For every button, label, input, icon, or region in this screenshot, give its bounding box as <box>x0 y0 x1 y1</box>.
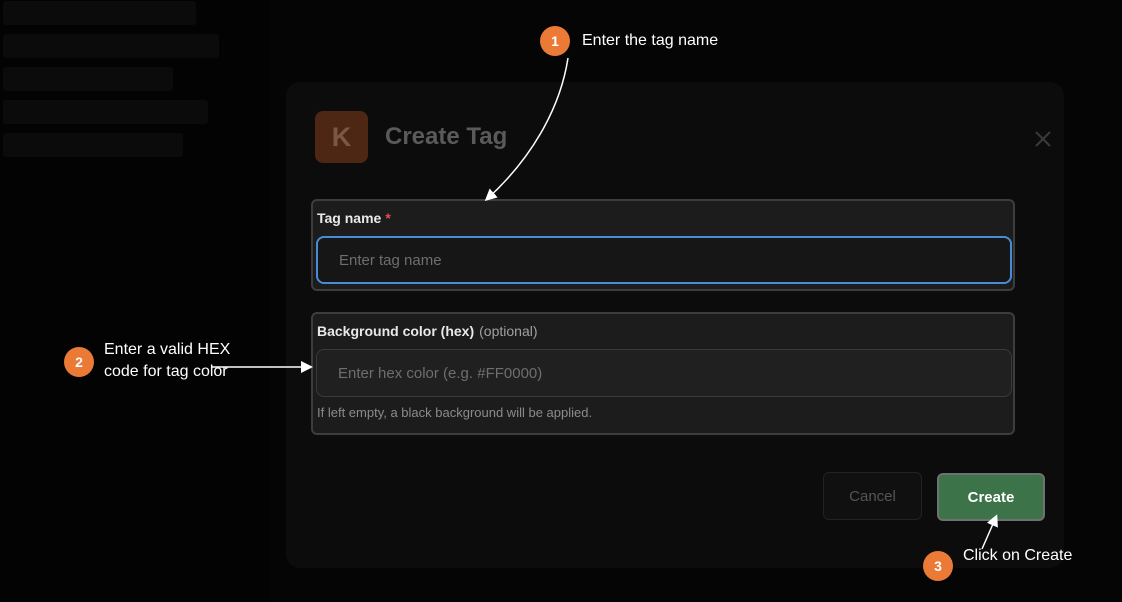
annotation-step-2: Enter a valid HEX code for tag color <box>104 339 230 383</box>
arrow-step-1 <box>484 57 569 202</box>
step-badge-1: 1 <box>540 26 570 56</box>
annotation-step-1: Enter the tag name <box>582 32 719 49</box>
step-badge-3: 3 <box>923 551 953 581</box>
annotation-step-2-line2: code for tag color <box>104 363 228 380</box>
step-badge-2: 2 <box>64 347 94 377</box>
annotation-step-3: Click on Create <box>963 547 1073 564</box>
annotation-arrows <box>212 57 998 550</box>
annotation-step-2-line1: Enter a valid HEX <box>104 341 231 358</box>
